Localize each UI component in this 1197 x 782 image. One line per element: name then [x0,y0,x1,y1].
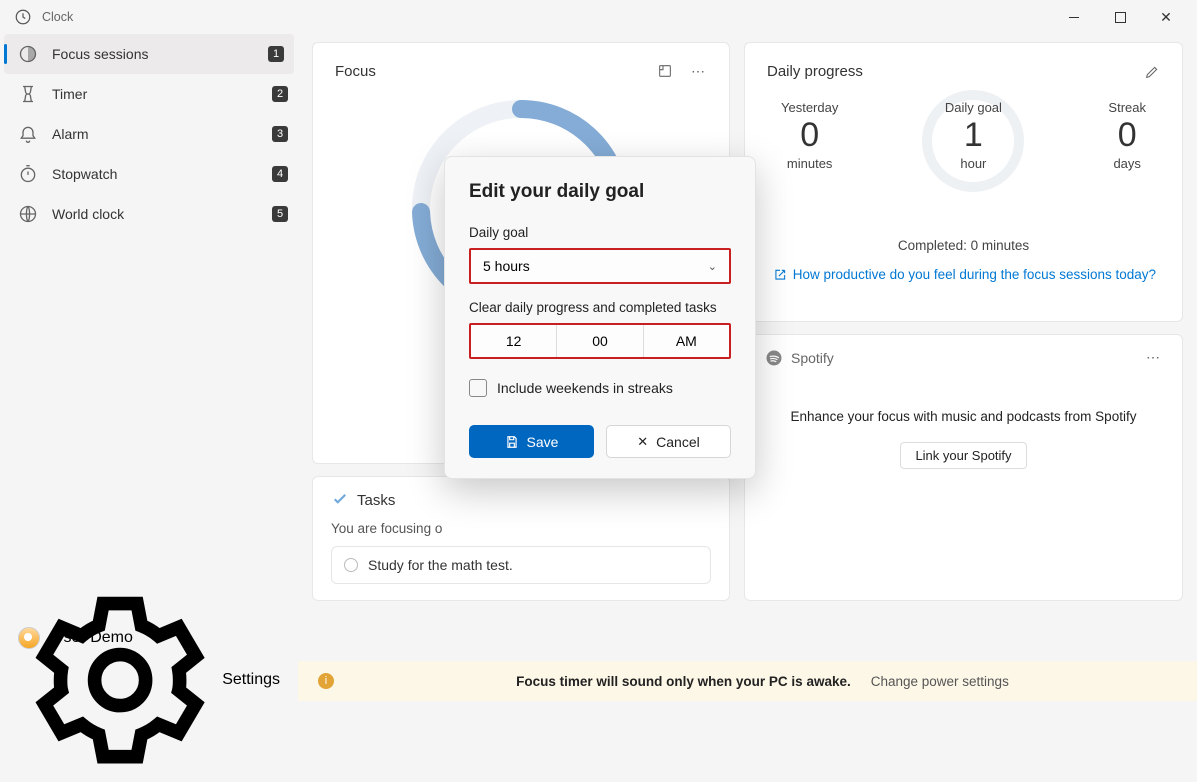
sidebar-item-label: Focus sessions [52,46,268,62]
time-ampm[interactable]: AM [644,325,729,357]
stat-yesterday: Yesterday 0 minutes [781,100,838,196]
close-icon: ✕ [637,434,648,450]
sidebar-item-focus-sessions[interactable]: Focus sessions 1 [4,34,294,74]
timer-icon [18,84,38,104]
tasks-card: Tasks You are focusing o Study for the m… [312,476,730,601]
time-minute[interactable]: 00 [557,325,643,357]
chevron-down-icon: ⌄ [708,260,717,273]
stopwatch-icon [18,164,38,184]
completed-text: Completed: 0 minutes [767,238,1160,253]
avatar [18,627,40,649]
world-clock-icon [18,204,38,224]
sidebar-item-world-clock[interactable]: World clock 5 [0,194,298,234]
more-icon[interactable]: ⋯ [1146,349,1162,366]
daily-goal-value: 5 hours [483,258,530,274]
window-minimize-button[interactable] [1051,2,1097,32]
tasks-icon [331,491,349,509]
clear-progress-label: Clear daily progress and completed tasks [469,300,731,315]
daily-goal-select[interactable]: 5 hours ⌄ [469,248,731,284]
time-hour[interactable]: 12 [471,325,557,357]
include-weekends-label: Include weekends in streaks [497,380,673,396]
clock-app-icon [14,8,32,26]
sidebar: Focus sessions 1 Timer 2 Alarm 3 Stopwat… [0,34,298,701]
task-checkbox[interactable] [344,558,358,572]
feedback-link[interactable]: How productive do you feel during the fo… [767,267,1160,282]
warning-bar: i Focus timer will sound only when your … [298,661,1197,701]
sidebar-badge: 3 [272,126,288,142]
feedback-icon [773,268,787,282]
more-icon[interactable]: ⋯ [691,63,707,80]
stat-daily-goal: Daily goal 1 hour [918,100,1028,196]
sidebar-item-stopwatch[interactable]: Stopwatch 4 [0,154,298,194]
sidebar-item-label: Alarm [52,126,272,142]
save-icon [505,435,519,449]
gear-icon [18,578,222,782]
spotify-title: Spotify [791,350,834,366]
sidebar-item-label: World clock [52,206,272,222]
sidebar-item-label: Timer [52,86,272,102]
spotify-desc: Enhance your focus with music and podcas… [765,409,1162,424]
edit-icon[interactable] [1144,64,1160,80]
window-maximize-button[interactable] [1097,2,1143,32]
alarm-icon [18,124,38,144]
clear-time-picker[interactable]: 12 00 AM [469,323,731,359]
spotify-card: Spotify ⋯ Enhance your focus with music … [744,334,1183,602]
spotify-icon [765,349,783,367]
warning-message: Focus timer will sound only when your PC… [516,674,851,689]
save-button[interactable]: Save [469,425,594,458]
focus-sessions-icon [18,44,38,64]
edit-daily-goal-dialog: Edit your daily goal Daily goal 5 hours … [444,156,756,479]
window-controls: ✕ [1051,2,1189,32]
app-title: Clock [42,10,73,24]
window-close-button[interactable]: ✕ [1143,2,1189,32]
change-power-settings-link[interactable]: Change power settings [871,674,1009,689]
focus-title: Focus [335,63,376,80]
sidebar-item-settings[interactable]: Settings [0,659,298,701]
task-row[interactable]: Study for the math test. [331,546,711,584]
daily-progress-card: Daily progress Yesterday 0 minutes [744,42,1183,322]
sidebar-item-timer[interactable]: Timer 2 [0,74,298,114]
warning-icon: i [318,673,334,689]
daily-goal-label: Daily goal [469,225,731,240]
sidebar-badge: 1 [268,46,284,62]
sidebar-badge: 5 [272,206,288,222]
expand-icon[interactable] [657,63,673,79]
link-spotify-button[interactable]: Link your Spotify [900,442,1026,469]
sidebar-item-label: Stopwatch [52,166,272,182]
title-bar: Clock ✕ [0,0,1197,34]
sidebar-badge: 4 [272,166,288,182]
tasks-title: Tasks [357,492,395,509]
cancel-button[interactable]: ✕ Cancel [606,425,731,458]
settings-label: Settings [222,671,280,689]
sidebar-item-alarm[interactable]: Alarm 3 [0,114,298,154]
task-label: Study for the math test. [368,557,513,573]
progress-title: Daily progress [767,63,863,80]
sidebar-badge: 2 [272,86,288,102]
modal-title: Edit your daily goal [469,181,731,203]
include-weekends-checkbox[interactable] [469,379,487,397]
include-weekends-row[interactable]: Include weekends in streaks [469,379,731,397]
stat-streak: Streak 0 days [1108,100,1146,196]
tasks-subtitle: You are focusing o [331,521,711,536]
